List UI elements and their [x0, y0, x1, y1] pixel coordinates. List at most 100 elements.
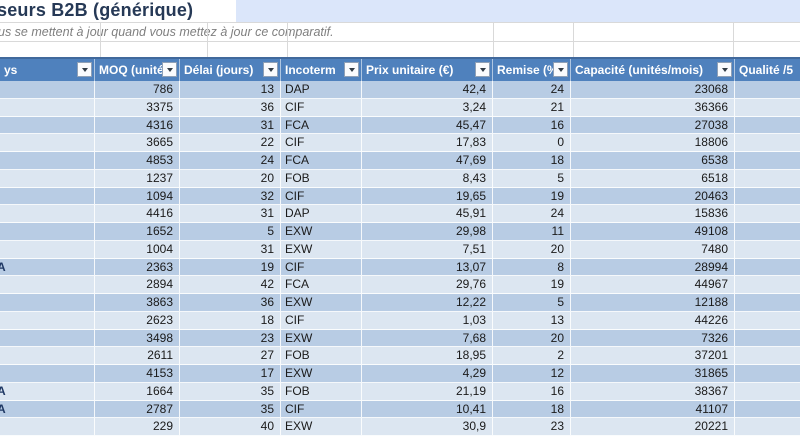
- cell-moq[interactable]: 4416: [95, 205, 180, 223]
- cell-delai[interactable]: 13: [180, 81, 281, 99]
- cell-qualite[interactable]: [735, 99, 800, 117]
- cell-remise[interactable]: 2: [493, 347, 571, 365]
- cell-qualite[interactable]: [735, 401, 800, 419]
- cell-pays[interactable]: A: [0, 382, 95, 401]
- cell-remise[interactable]: 21: [493, 98, 571, 117]
- cell-pays[interactable]: [0, 169, 95, 188]
- cell-incoterm[interactable]: EXW: [281, 223, 362, 241]
- cell-capacite[interactable]: 6518: [571, 169, 735, 188]
- filter-button-prix[interactable]: [475, 62, 490, 77]
- cell-incoterm[interactable]: FCA: [281, 276, 362, 294]
- cell-capacite[interactable]: 38367: [571, 382, 735, 401]
- cell-capacite[interactable]: 20463: [571, 187, 735, 206]
- cell-qualite[interactable]: [735, 134, 800, 152]
- cell-incoterm[interactable]: CIF: [281, 134, 362, 152]
- filter-button-pays[interactable]: [77, 62, 92, 77]
- cell-moq[interactable]: 3665: [95, 134, 180, 152]
- cell-remise[interactable]: 19: [493, 276, 571, 294]
- cell-prix[interactable]: 7,51: [362, 240, 493, 259]
- column-header-capacite[interactable]: Capacité (unités/mois): [571, 59, 735, 81]
- cell-delai[interactable]: 42: [180, 276, 281, 294]
- cell-qualite[interactable]: [735, 117, 800, 135]
- cell-pays[interactable]: [0, 347, 95, 365]
- cell-delai[interactable]: 17: [180, 365, 281, 383]
- cell-incoterm[interactable]: FOB: [281, 169, 362, 188]
- cell-incoterm[interactable]: FCA: [281, 152, 362, 170]
- cell-moq[interactable]: 4853: [95, 152, 180, 170]
- cell-qualite[interactable]: [735, 205, 800, 223]
- cell-qualite[interactable]: [735, 152, 800, 170]
- cell-capacite[interactable]: 7480: [571, 240, 735, 259]
- cell-remise[interactable]: 24: [493, 205, 571, 223]
- cell-delai[interactable]: 36: [180, 294, 281, 312]
- cell-delai[interactable]: 35: [180, 382, 281, 401]
- cell-capacite[interactable]: 41107: [571, 400, 735, 419]
- cell-prix[interactable]: 13,07: [362, 258, 493, 277]
- cell-capacite[interactable]: 28994: [571, 258, 735, 277]
- cell-moq[interactable]: 1237: [95, 169, 180, 188]
- cell-delai[interactable]: 31: [180, 205, 281, 223]
- cell-incoterm[interactable]: EXW: [281, 365, 362, 383]
- cell-moq[interactable]: 2787: [95, 400, 180, 419]
- cell-qualite[interactable]: [735, 312, 800, 330]
- cell-prix[interactable]: 30,9: [362, 418, 493, 436]
- cell-pays[interactable]: [0, 116, 95, 135]
- cell-remise[interactable]: 11: [493, 223, 571, 241]
- cell-prix[interactable]: 10,41: [362, 400, 493, 419]
- cell-prix[interactable]: 1,03: [362, 311, 493, 330]
- cell-delai[interactable]: 18: [180, 311, 281, 330]
- cell-remise[interactable]: 5: [493, 294, 571, 312]
- cell-pays[interactable]: [0, 134, 95, 152]
- cell-pays[interactable]: [0, 152, 95, 170]
- cell-qualite[interactable]: [735, 276, 800, 294]
- cell-incoterm[interactable]: EXW: [281, 294, 362, 312]
- cell-remise[interactable]: 0: [493, 134, 571, 152]
- cell-capacite[interactable]: 49108: [571, 223, 735, 241]
- column-header-delai[interactable]: Délai (jours): [180, 59, 281, 81]
- cell-incoterm[interactable]: CIF: [281, 187, 362, 206]
- filter-button-incoterm[interactable]: [344, 62, 359, 77]
- cell-qualite[interactable]: [735, 241, 800, 259]
- cell-incoterm[interactable]: CIF: [281, 98, 362, 117]
- cell-incoterm[interactable]: FOB: [281, 382, 362, 401]
- cell-delai[interactable]: 27: [180, 347, 281, 365]
- cell-qualite[interactable]: [735, 223, 800, 241]
- cell-pays[interactable]: [0, 418, 95, 436]
- cell-prix[interactable]: 29,98: [362, 223, 493, 241]
- cell-pays[interactable]: A: [0, 258, 95, 277]
- cell-capacite[interactable]: 23068: [571, 81, 735, 99]
- cell-incoterm[interactable]: CIF: [281, 400, 362, 419]
- cell-delai[interactable]: 36: [180, 98, 281, 117]
- cell-qualite[interactable]: [735, 188, 800, 206]
- cell-incoterm[interactable]: EXW: [281, 418, 362, 436]
- cell-prix[interactable]: 18,95: [362, 347, 493, 365]
- cell-prix[interactable]: 42,4: [362, 81, 493, 99]
- cell-remise[interactable]: 18: [493, 400, 571, 419]
- cell-delai[interactable]: 5: [180, 223, 281, 241]
- cell-capacite[interactable]: 20221: [571, 418, 735, 436]
- cell-remise[interactable]: 16: [493, 116, 571, 135]
- cell-moq[interactable]: 3498: [95, 329, 180, 348]
- cell-prix[interactable]: 3,24: [362, 98, 493, 117]
- cell-remise[interactable]: 20: [493, 329, 571, 348]
- cell-moq[interactable]: 1094: [95, 187, 180, 206]
- cell-pays[interactable]: [0, 311, 95, 330]
- cell-delai[interactable]: 40: [180, 418, 281, 436]
- cell-moq[interactable]: 2363: [95, 258, 180, 277]
- cell-moq[interactable]: 1652: [95, 223, 180, 241]
- cell-moq[interactable]: 1004: [95, 240, 180, 259]
- cell-capacite[interactable]: 37201: [571, 347, 735, 365]
- cell-incoterm[interactable]: FOB: [281, 347, 362, 365]
- cell-incoterm[interactable]: EXW: [281, 329, 362, 348]
- cell-capacite[interactable]: 7326: [571, 329, 735, 348]
- cell-prix[interactable]: 17,83: [362, 134, 493, 152]
- cell-remise[interactable]: 12: [493, 365, 571, 383]
- cell-remise[interactable]: 8: [493, 258, 571, 277]
- cell-capacite[interactable]: 31865: [571, 365, 735, 383]
- cell-qualite[interactable]: [735, 347, 800, 365]
- cell-pays[interactable]: [0, 365, 95, 383]
- cell-delai[interactable]: 35: [180, 400, 281, 419]
- cell-incoterm[interactable]: CIF: [281, 258, 362, 277]
- filter-button-remise[interactable]: [553, 62, 568, 77]
- cell-capacite[interactable]: 15836: [571, 205, 735, 223]
